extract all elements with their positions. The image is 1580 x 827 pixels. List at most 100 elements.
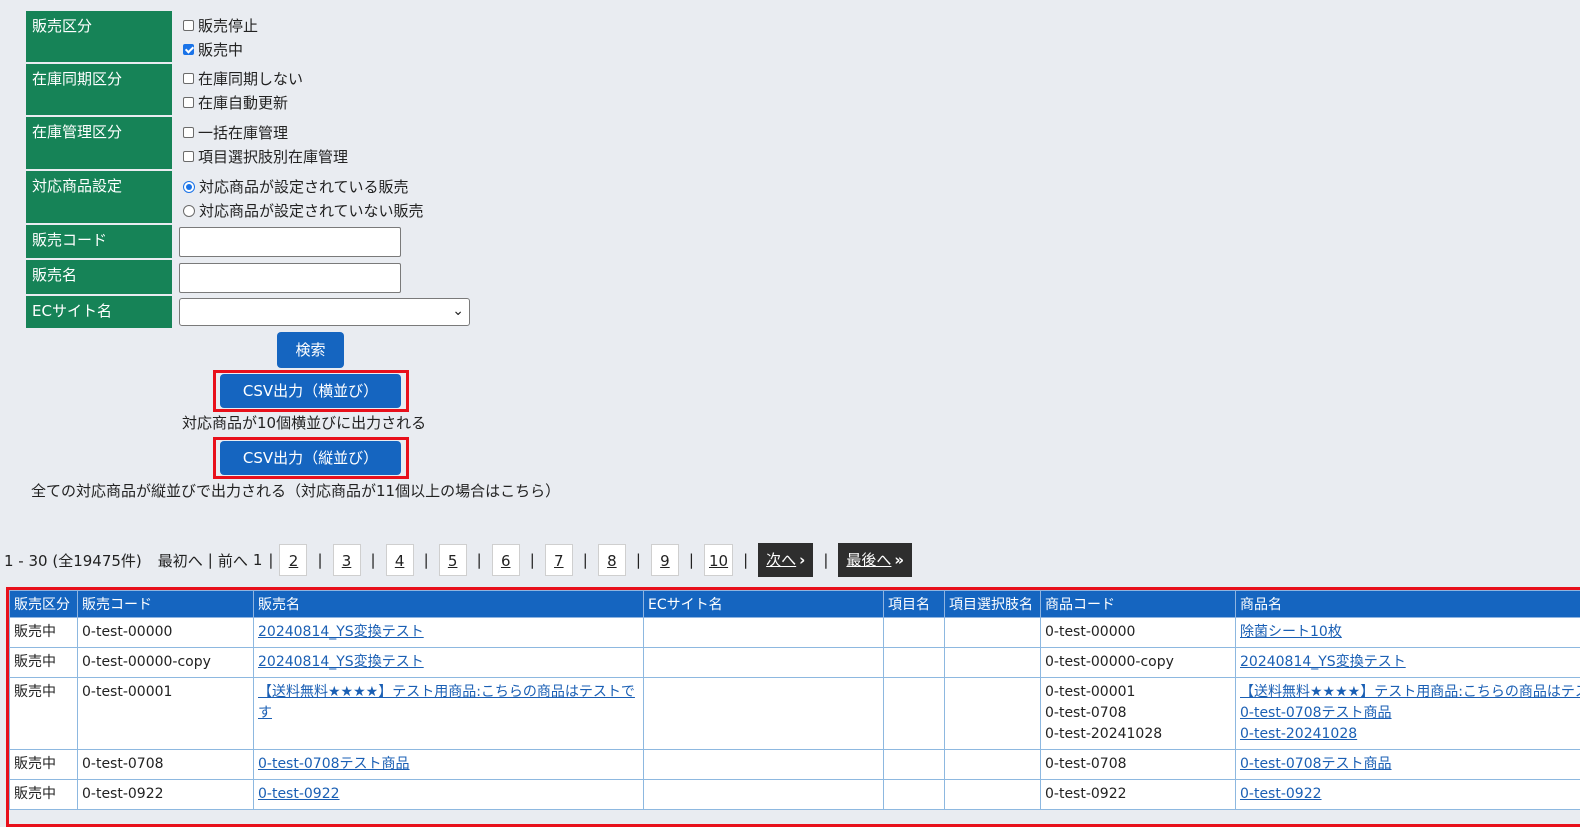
cell-product-name: 【送料無料★★★★】テスト用商品:こちらの商品はテストです 0-test-070… bbox=[1236, 678, 1580, 750]
cell-sales-code: 0-test-00001 bbox=[78, 678, 254, 750]
page-link-8[interactable]: 8 bbox=[598, 544, 626, 576]
cell-sales-name: 0-test-0922 bbox=[254, 780, 644, 810]
cell-sales-code: 0-test-00000 bbox=[78, 618, 254, 648]
product-code: 0-test-20241028 bbox=[1045, 724, 1231, 745]
cell-product-name: 0-test-0708テスト商品 bbox=[1236, 750, 1580, 780]
page-link-2[interactable]: 2 bbox=[279, 544, 307, 576]
sales-name-link[interactable]: 20240814_YS変換テスト bbox=[258, 654, 424, 670]
separator: | bbox=[689, 551, 694, 569]
page-link-10[interactable]: 10 bbox=[704, 544, 733, 576]
table-row: 販売中 0-test-0708 0-test-0708テスト商品 0-test-… bbox=[10, 750, 1580, 780]
current-page: 1 bbox=[253, 551, 263, 569]
cell-item-name bbox=[884, 618, 945, 648]
page-link-4[interactable]: 4 bbox=[386, 544, 414, 576]
next-page-label: 次へ bbox=[766, 551, 796, 569]
separator: | bbox=[317, 551, 322, 569]
product-name-link[interactable]: 0-test-0922 bbox=[1240, 786, 1322, 802]
label-sales-category: 販売区分 bbox=[26, 11, 172, 62]
first-page-link[interactable]: 最初へ bbox=[158, 550, 203, 571]
page-link-5[interactable]: 5 bbox=[439, 544, 467, 576]
separator: | bbox=[268, 551, 273, 569]
page-link-3[interactable]: 3 bbox=[333, 544, 361, 576]
column-header: 商品名 bbox=[1236, 591, 1580, 618]
checkbox-sales-stopped[interactable]: 販売停止 bbox=[183, 15, 258, 36]
csv-horizontal-button[interactable]: CSV出力（横並び） bbox=[220, 374, 401, 408]
cell-sales-name: 0-test-0708テスト商品 bbox=[254, 750, 644, 780]
checkbox-bulk-stock[interactable]: 一括在庫管理 bbox=[183, 122, 288, 143]
checkbox-box[interactable] bbox=[183, 127, 194, 138]
sales-name-link[interactable]: 20240814_YS変換テスト bbox=[258, 624, 424, 640]
checkbox-choice-stock[interactable]: 項目選択肢別在庫管理 bbox=[183, 146, 348, 167]
separator: | bbox=[530, 551, 535, 569]
cell-product-code: 0-test-00000 bbox=[1041, 618, 1236, 648]
column-header: 販売コード bbox=[78, 591, 254, 618]
checkbox-no-sync[interactable]: 在庫同期しない bbox=[183, 68, 303, 89]
label-sales-code: 販売コード bbox=[26, 225, 172, 258]
cell-sales-name: 20240814_YS変換テスト bbox=[254, 618, 644, 648]
page-link-6[interactable]: 6 bbox=[492, 544, 520, 576]
radio-button[interactable] bbox=[183, 205, 195, 217]
prev-page-link[interactable]: 前へ bbox=[218, 550, 248, 571]
label-stock-mgmt: 在庫管理区分 bbox=[26, 117, 172, 169]
column-header: 項目選択肢名 bbox=[945, 591, 1041, 618]
table-header-row: 販売区分 販売コード 販売名 ECサイト名 項目名 項目選択肢名 商品コード 商… bbox=[10, 591, 1580, 618]
checkbox-label: 項目選択肢別在庫管理 bbox=[198, 146, 348, 167]
csv-horizontal-note: 対応商品が10個横並びに出力される bbox=[182, 412, 426, 433]
cell-category: 販売中 bbox=[10, 750, 78, 780]
next-page-button[interactable]: 次へ› bbox=[758, 543, 813, 577]
cell-item-name bbox=[884, 750, 945, 780]
results-table-wrap: 販売区分 販売コード 販売名 ECサイト名 項目名 項目選択肢名 商品コード 商… bbox=[9, 590, 1580, 810]
checkbox-on-sale[interactable]: 販売中 bbox=[183, 39, 243, 60]
product-name-link[interactable]: 0-test-20241028 bbox=[1240, 726, 1357, 742]
radio-button[interactable] bbox=[183, 181, 195, 193]
product-name-link[interactable]: 20240814_YS変換テスト bbox=[1240, 654, 1406, 670]
checkbox-box[interactable] bbox=[183, 97, 194, 108]
cell-item-choice bbox=[945, 618, 1041, 648]
cell-item-choice bbox=[945, 750, 1041, 780]
radio-with-product[interactable]: 対応商品が設定されている販売 bbox=[183, 176, 409, 197]
product-code: 0-test-0708 bbox=[1045, 703, 1231, 724]
radio-label: 対応商品が設定されている販売 bbox=[199, 176, 409, 197]
sales-name-link[interactable]: 0-test-0922 bbox=[258, 786, 340, 802]
checkbox-label: 販売中 bbox=[198, 39, 243, 60]
sales-name-input[interactable] bbox=[179, 263, 401, 293]
checkbox-label: 在庫自動更新 bbox=[198, 92, 288, 113]
radio-without-product[interactable]: 対応商品が設定されていない販売 bbox=[183, 200, 424, 221]
checkbox-box[interactable] bbox=[183, 73, 194, 84]
last-page-button[interactable]: 最後へ» bbox=[838, 543, 912, 577]
label-sales-name: 販売名 bbox=[26, 260, 172, 294]
product-name-link[interactable]: 除菌シート10枚 bbox=[1240, 624, 1342, 640]
product-code: 0-test-00000 bbox=[1045, 622, 1231, 643]
checkbox-box[interactable] bbox=[183, 151, 194, 162]
cell-category: 販売中 bbox=[10, 780, 78, 810]
product-name-link[interactable]: 0-test-0708テスト商品 bbox=[1240, 756, 1392, 772]
checkbox-box[interactable] bbox=[183, 20, 194, 31]
result-count: 1 - 30 (全19475件) bbox=[4, 550, 142, 571]
sales-name-link[interactable]: 0-test-0708テスト商品 bbox=[258, 756, 410, 772]
product-name-link[interactable]: 【送料無料★★★★】テスト用商品:こちらの商品はテストです bbox=[1240, 682, 1580, 703]
page-link-7[interactable]: 7 bbox=[545, 544, 573, 576]
product-name-link[interactable]: 0-test-0708テスト商品 bbox=[1240, 705, 1392, 721]
column-header: 項目名 bbox=[884, 591, 945, 618]
checkbox-label: 販売停止 bbox=[198, 15, 258, 36]
checkbox-label: 在庫同期しない bbox=[198, 68, 303, 89]
ec-site-select[interactable]: ⌄ bbox=[179, 298, 470, 326]
separator: | bbox=[743, 551, 748, 569]
sales-name-link[interactable]: 【送料無料★★★★】テスト用商品:こちらの商品はテストです bbox=[258, 684, 635, 721]
cell-product-code: 0-test-0708 bbox=[1041, 750, 1236, 780]
cell-ec-site bbox=[644, 618, 884, 648]
cell-ec-site bbox=[644, 678, 884, 750]
csv-vertical-button[interactable]: CSV出力（縦並び） bbox=[220, 441, 401, 475]
cell-item-name bbox=[884, 780, 945, 810]
page-link-9[interactable]: 9 bbox=[651, 544, 679, 576]
product-code: 0-test-0922 bbox=[1045, 784, 1231, 805]
search-button[interactable]: 検索 bbox=[277, 332, 344, 368]
checkbox-box[interactable] bbox=[183, 44, 194, 55]
cell-ec-site bbox=[644, 780, 884, 810]
cell-item-choice bbox=[945, 648, 1041, 678]
checkbox-auto-update[interactable]: 在庫自動更新 bbox=[183, 92, 288, 113]
sales-code-input[interactable] bbox=[179, 227, 401, 257]
cell-product-code: 0-test-00000-copy bbox=[1041, 648, 1236, 678]
cell-item-name bbox=[884, 648, 945, 678]
results-table: 販売区分 販売コード 販売名 ECサイト名 項目名 項目選択肢名 商品コード 商… bbox=[9, 590, 1580, 810]
